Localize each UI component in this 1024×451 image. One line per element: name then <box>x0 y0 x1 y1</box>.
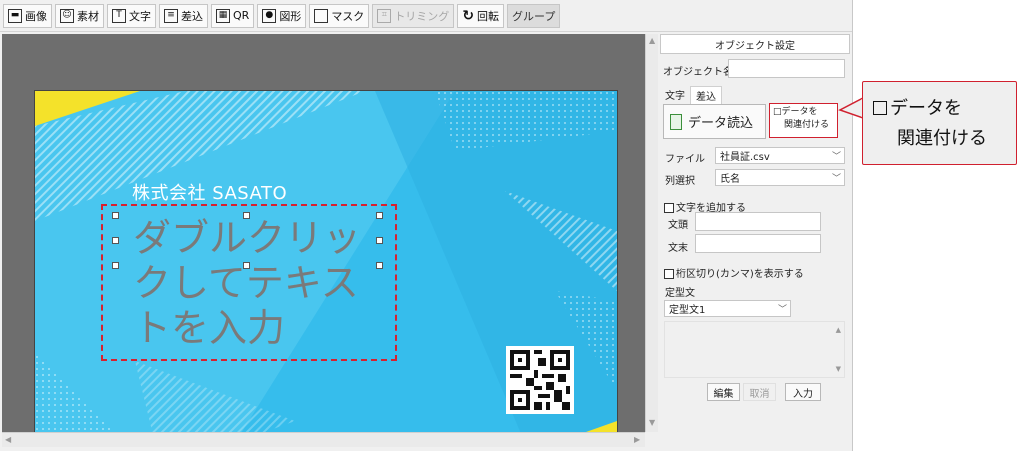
qr-code-graphic <box>506 346 574 414</box>
object-settings-panel: オブジェクト設定 オブジェクト名 文字 差込 データ読込 □データを 関連付ける… <box>658 34 852 451</box>
business-card[interactable]: 株式会社 SASATO ダブルクリックしてテキストを入力 <box>34 90 618 444</box>
data-load-button[interactable]: データ読込 <box>663 104 766 139</box>
crop-button[interactable]: ⌗ トリミング <box>372 3 455 28</box>
template-text-area[interactable]: ▲ ▼ <box>664 321 845 378</box>
column-label: 列選択 <box>665 176 695 187</box>
shape-button-label: 図形 <box>279 9 302 23</box>
cancel-button[interactable]: 取消 <box>743 383 776 401</box>
crop-button-label: トリミング <box>394 9 450 23</box>
text-button[interactable]: T 文字 <box>107 3 156 28</box>
resize-handle[interactable] <box>112 212 119 219</box>
mask-button[interactable]: マスク <box>309 3 370 28</box>
link-data-label-2: 関連付ける <box>784 120 830 130</box>
mask-button-label: マスク <box>331 9 365 23</box>
resize-handle[interactable] <box>376 262 383 269</box>
resize-handle[interactable] <box>243 212 250 219</box>
column-select-value: 氏名 <box>720 174 740 185</box>
image-icon: ▬ <box>8 8 22 23</box>
shape-button[interactable]: ● 図形 <box>257 3 307 28</box>
panel-title: オブジェクト設定 <box>660 34 850 54</box>
tab-text[interactable]: 文字 <box>665 87 685 102</box>
text-button-label: 文字 <box>129 9 151 23</box>
document-icon <box>670 113 682 130</box>
chevron-down-icon: ﹀ <box>831 152 841 162</box>
company-name-text[interactable]: 株式会社 SASATO <box>132 179 287 205</box>
rotate-button[interactable]: ↻ 回転 <box>457 3 505 28</box>
placeholder-text[interactable]: ダブルクリックしてテキストを入力 <box>133 216 373 351</box>
mask-icon <box>314 8 329 23</box>
selected-text-box[interactable]: ダブルクリックしてテキストを入力 <box>101 204 397 361</box>
resize-handle[interactable] <box>243 262 250 269</box>
template-label: 定型文 <box>665 288 695 299</box>
text-icon: T <box>112 8 126 23</box>
callout-line-1: データを <box>873 94 962 120</box>
scroll-down-icon[interactable]: ▼ <box>649 418 655 427</box>
material-button-label: 素材 <box>77 9 99 23</box>
separator-label: 桁区切り(カンマ)を表示する <box>676 269 804 280</box>
column-select[interactable]: 氏名 ﹀ <box>715 169 845 186</box>
add-text-checkbox[interactable] <box>664 203 674 213</box>
suffix-label: 文末 <box>668 243 688 254</box>
textarea-scroll-down-icon[interactable]: ▼ <box>836 365 841 373</box>
suffix-input[interactable] <box>695 234 821 253</box>
prefix-input[interactable] <box>695 212 821 231</box>
scroll-right-icon[interactable]: ▶ <box>634 435 640 444</box>
scroll-left-icon[interactable]: ◀ <box>5 435 11 444</box>
qr-button[interactable]: ▦ QR <box>211 3 255 28</box>
material-button[interactable]: ☺ 素材 <box>55 3 104 28</box>
vertical-scrollbar[interactable]: ▲ ▼ <box>645 34 659 432</box>
shape-icon: ● <box>262 8 277 23</box>
qr-icon: ▦ <box>216 8 230 23</box>
file-label: ファイル <box>665 154 705 165</box>
group-button[interactable]: グループ <box>507 3 561 28</box>
chevron-down-icon: ﹀ <box>777 305 787 315</box>
data-load-label: データ読込 <box>688 116 754 131</box>
template-select[interactable]: 定型文1 ﹀ <box>664 300 791 317</box>
group-button-label: グループ <box>512 9 556 23</box>
resize-handle[interactable] <box>376 212 383 219</box>
template-select-value: 定型文1 <box>669 305 706 316</box>
separator-checkbox[interactable] <box>664 269 674 279</box>
callout-annotation: データを 関連付ける <box>862 81 1017 165</box>
rotate-button-label: 回転 <box>477 9 500 23</box>
file-select[interactable]: 社員証.csv ﹀ <box>715 147 845 164</box>
object-name-label: オブジェクト名 <box>663 67 733 78</box>
chevron-down-icon: ﹀ <box>831 174 841 184</box>
link-data-checkbox[interactable]: □データを 関連付ける <box>769 103 838 138</box>
scroll-up-icon[interactable]: ▲ <box>649 36 655 45</box>
canvas-area: 株式会社 SASATO ダブルクリックしてテキストを入力 <box>2 34 645 444</box>
qr-code[interactable] <box>506 346 574 414</box>
callout-line-2: 関連付ける <box>897 128 987 149</box>
editor-window: ▬ 画像 ☺ 素材 T 文字 ≡ 差込 ▦ QR ● 図形 マスク ⌗ トリミン… <box>0 0 853 451</box>
resize-handle[interactable] <box>112 237 119 244</box>
callout-line-1-text: データを <box>890 98 962 119</box>
image-button[interactable]: ▬ 画像 <box>3 3 52 28</box>
horizontal-scrollbar[interactable]: ◀ ▶ <box>2 432 645 447</box>
crop-icon: ⌗ <box>377 8 392 23</box>
merge-icon: ≡ <box>164 8 178 23</box>
qr-button-label: QR <box>233 9 250 22</box>
image-button-label: 画像 <box>25 9 47 23</box>
resize-handle[interactable] <box>376 237 383 244</box>
merge-button-label: 差込 <box>181 9 203 23</box>
textarea-scroll-up-icon[interactable]: ▲ <box>836 326 841 334</box>
resize-handle[interactable] <box>112 262 119 269</box>
material-icon: ☺ <box>60 8 74 23</box>
merge-button[interactable]: ≡ 差込 <box>159 3 208 28</box>
checkbox-icon <box>873 101 887 115</box>
edit-button[interactable]: 編集 <box>707 383 740 401</box>
rotate-icon: ↻ <box>462 7 475 24</box>
tab-merge[interactable]: 差込 <box>690 86 722 104</box>
object-name-field[interactable] <box>728 59 845 78</box>
prefix-label: 文頭 <box>668 220 688 231</box>
input-button[interactable]: 入力 <box>785 383 821 401</box>
link-data-label-1: □データを <box>773 107 818 117</box>
file-select-value: 社員証.csv <box>720 152 770 163</box>
toolbar: ▬ 画像 ☺ 素材 T 文字 ≡ 差込 ▦ QR ● 図形 マスク ⌗ トリミン… <box>0 0 852 32</box>
separator-option[interactable]: 桁区切り(カンマ)を表示する <box>664 265 804 280</box>
